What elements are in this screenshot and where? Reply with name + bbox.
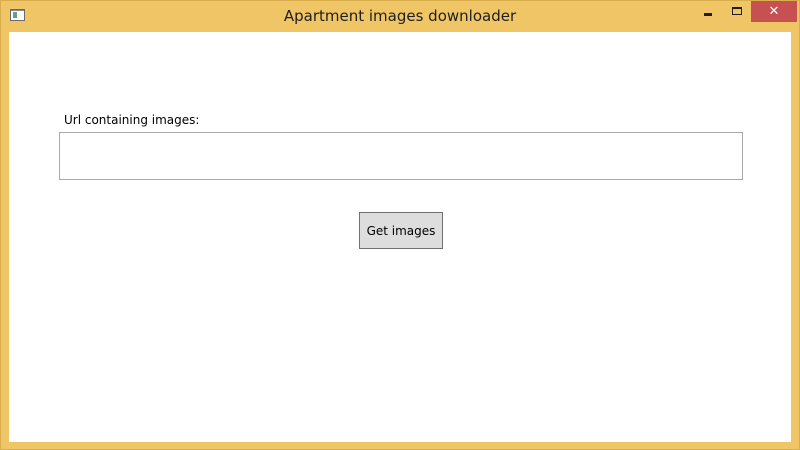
app-window: Apartment images downloader ✕ Url contai… [0,0,800,450]
window-title: Apartment images downloader [283,7,517,25]
url-label: Url containing images: [64,113,200,127]
close-button[interactable]: ✕ [751,1,797,22]
minimize-button[interactable] [693,1,723,22]
get-images-button[interactable]: Get images [359,212,443,249]
minimize-icon [704,13,712,16]
client-area: Url containing images: Get images [9,32,791,442]
maximize-button[interactable] [722,1,752,22]
title-bar[interactable]: Apartment images downloader ✕ [1,1,799,32]
url-input[interactable] [59,132,743,180]
maximize-icon [732,7,742,15]
close-icon: ✕ [768,4,780,19]
